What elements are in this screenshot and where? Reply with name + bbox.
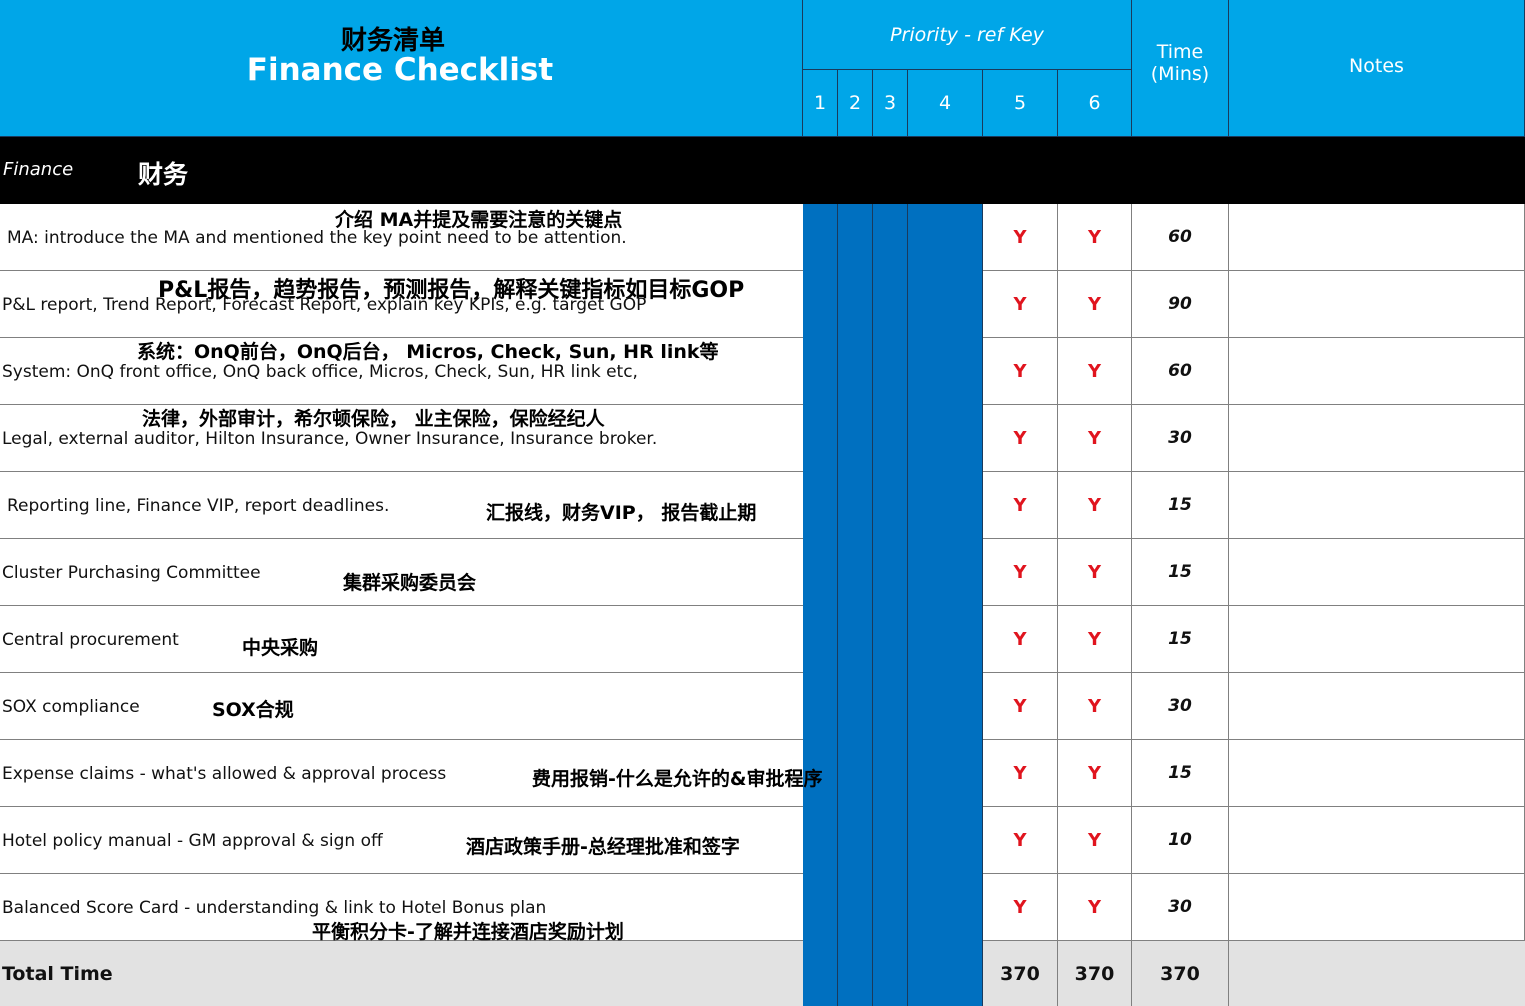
row-en-text: Balanced Score Card - understanding & li… xyxy=(2,898,547,918)
row-en-text: MA: introduce the MA and mentioned the k… xyxy=(7,228,627,248)
row-zh-text: 汇报线，财务VIP， 报告截止期 xyxy=(486,502,757,524)
notes-cell[interactable] xyxy=(1229,807,1525,874)
priority-key-6: 6 xyxy=(1058,70,1132,137)
time-value: 30 xyxy=(1132,874,1229,941)
row-en-text: SOX compliance xyxy=(2,697,140,717)
row-zh-text: 费用报销-什么是允许的&审批程序 xyxy=(532,768,823,790)
total-notes[interactable] xyxy=(1229,941,1525,1006)
title-cell: 财务清单 Finance Checklist xyxy=(0,0,803,137)
priority-6-flag: Y xyxy=(1058,606,1132,673)
priority-6-flag: Y xyxy=(1058,740,1132,807)
row-en-text: P&L report, Trend Report, Forecast Repor… xyxy=(2,295,647,315)
priority-6-flag: Y xyxy=(1058,874,1132,941)
total-p6: 370 xyxy=(1058,941,1132,1006)
row-zh-text: 法律，外部审计，希尔顿保险， 业主保险，保险经纪人 xyxy=(142,408,605,430)
priority-5-flag: Y xyxy=(983,807,1058,874)
total-p5: 370 xyxy=(983,941,1058,1006)
notes-cell[interactable] xyxy=(1229,204,1525,271)
priority-5-flag: Y xyxy=(983,539,1058,606)
priority-key-4: 4 xyxy=(908,70,983,137)
priority-key-5: 5 xyxy=(983,70,1058,137)
time-value: 15 xyxy=(1132,539,1229,606)
priority-6-flag: Y xyxy=(1058,405,1132,472)
notes-cell[interactable] xyxy=(1229,874,1525,941)
row-en-text: Legal, external auditor, Hilton Insuranc… xyxy=(2,429,658,449)
priority-col-2 xyxy=(838,204,873,1006)
priority-key-1: 1 xyxy=(803,70,838,137)
notes-cell[interactable] xyxy=(1229,539,1525,606)
notes-cell[interactable] xyxy=(1229,271,1525,338)
priority-col-3 xyxy=(873,204,908,1006)
priority-6-flag: Y xyxy=(1058,807,1132,874)
priority-5-flag: Y xyxy=(983,405,1058,472)
notes-cell[interactable] xyxy=(1229,338,1525,405)
title-en: Finance Checklist xyxy=(246,52,554,88)
priority-5-flag: Y xyxy=(983,740,1058,807)
row-en-text: System: OnQ front office, OnQ back offic… xyxy=(2,362,638,382)
row-zh-text: SOX合规 xyxy=(212,699,294,721)
row-en-text: Expense claims - what's allowed & approv… xyxy=(2,764,447,784)
row-en-text: Cluster Purchasing Committee xyxy=(2,563,261,583)
priority-label: Priority - ref Key xyxy=(803,0,1132,70)
total-row: Total Time xyxy=(0,941,803,1006)
time-value: 60 xyxy=(1132,338,1229,405)
row-zh-text: 酒店政策手册-总经理批准和签字 xyxy=(466,836,740,858)
priority-6-flag: Y xyxy=(1058,338,1132,405)
priority-6-flag: Y xyxy=(1058,472,1132,539)
total-label: Total Time xyxy=(2,963,113,985)
notes-cell[interactable] xyxy=(1229,673,1525,740)
row-zh-text: 平衡积分卡-了解并连接酒店奖励计划 xyxy=(312,921,624,943)
priority-5-flag: Y xyxy=(983,204,1058,271)
notes-cell[interactable] xyxy=(1229,606,1525,673)
time-header: Time (Mins) xyxy=(1132,0,1229,137)
priority-6-flag: Y xyxy=(1058,539,1132,606)
priority-6-flag: Y xyxy=(1058,271,1132,338)
time-value: 15 xyxy=(1132,472,1229,539)
priority-5-flag: Y xyxy=(983,673,1058,740)
section-label-en: Finance xyxy=(3,159,74,180)
priority-5-flag: Y xyxy=(983,874,1058,941)
priority-key-2: 2 xyxy=(838,70,873,137)
priority-5-flag: Y xyxy=(983,606,1058,673)
notes-cell[interactable] xyxy=(1229,472,1525,539)
row-en-text: Central procurement xyxy=(2,630,179,650)
row-zh-text: 系统：OnQ前台，OnQ后台， Micros, Check, Sun, HR l… xyxy=(137,341,719,363)
priority-6-flag: Y xyxy=(1058,673,1132,740)
time-value: 15 xyxy=(1132,606,1229,673)
time-value: 15 xyxy=(1132,740,1229,807)
notes-cell[interactable] xyxy=(1229,405,1525,472)
row-en-text: Hotel policy manual - GM approval & sign… xyxy=(2,831,383,851)
priority-5-flag: Y xyxy=(983,472,1058,539)
section-label-zh: 财务 xyxy=(138,160,189,189)
section-bar: Finance 财务 xyxy=(0,137,1525,204)
row-zh-text: 中央采购 xyxy=(242,637,319,659)
notes-cell[interactable] xyxy=(1229,740,1525,807)
priority-col-1 xyxy=(803,204,838,1006)
row-zh-text: 集群采购委员会 xyxy=(343,572,477,594)
priority-6-flag: Y xyxy=(1058,204,1132,271)
priority-5-flag: Y xyxy=(983,338,1058,405)
notes-header: Notes xyxy=(1229,0,1525,137)
time-value: 30 xyxy=(1132,673,1229,740)
priority-col-4 xyxy=(908,204,983,1006)
time-value: 60 xyxy=(1132,204,1229,271)
priority-5-flag: Y xyxy=(983,271,1058,338)
total-time: 370 xyxy=(1132,941,1229,1006)
time-value: 90 xyxy=(1132,271,1229,338)
time-value: 30 xyxy=(1132,405,1229,472)
row-en-text: Reporting line, Finance VIP, report dead… xyxy=(7,496,390,516)
time-value: 10 xyxy=(1132,807,1229,874)
priority-key-3: 3 xyxy=(873,70,908,137)
